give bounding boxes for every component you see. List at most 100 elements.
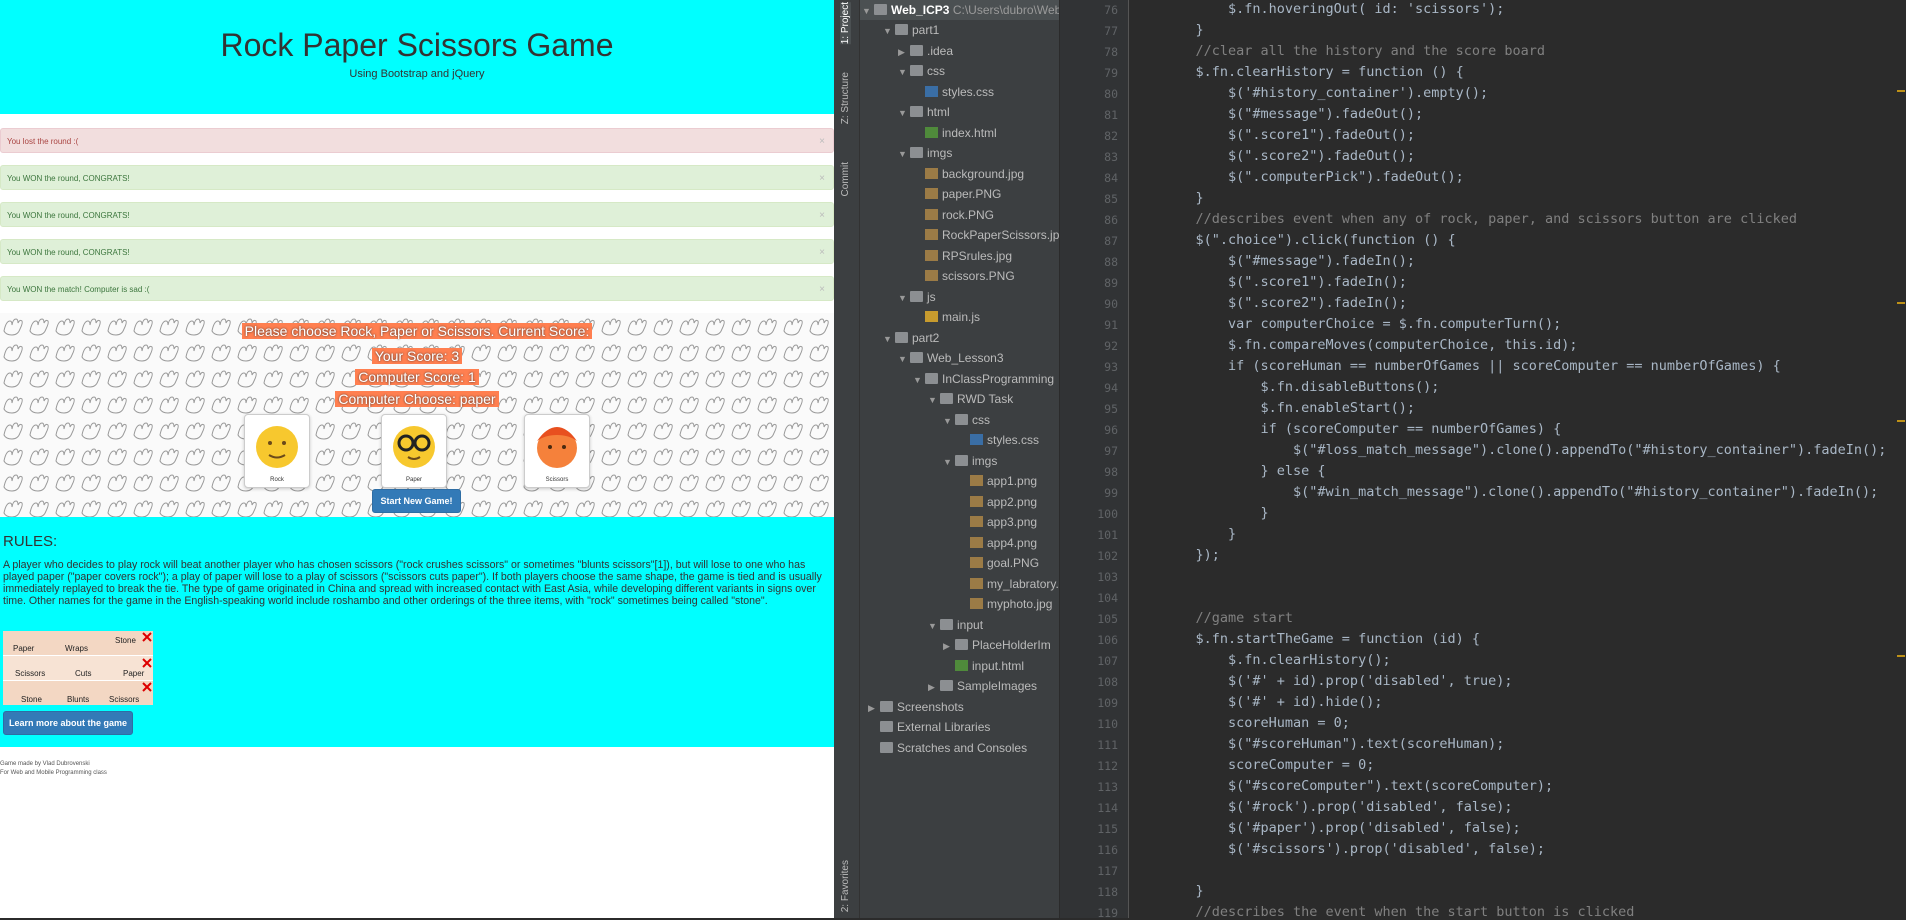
code-line[interactable]: $(".score1").fadeOut(); [1163, 125, 1415, 146]
code-line[interactable]: $('#' + id).hide(); [1163, 692, 1382, 713]
tree-item[interactable]: goal.PNG [958, 553, 1039, 573]
tree-item[interactable]: input.html [943, 656, 1024, 676]
code-line[interactable]: $(".score2").fadeOut(); [1163, 146, 1415, 167]
tree-item[interactable]: background.jpg [913, 164, 1024, 184]
close-icon[interactable]: × [819, 240, 825, 265]
code-line[interactable]: } [1163, 503, 1269, 524]
tree-item[interactable]: index.html [913, 123, 997, 143]
code-line[interactable]: //game start [1163, 608, 1294, 629]
tree-item[interactable]: app4.png [958, 533, 1037, 553]
tree-item[interactable]: ▼ imgs [898, 143, 952, 163]
close-icon[interactable]: × [819, 277, 825, 302]
tree-item[interactable]: rock.PNG [913, 205, 994, 225]
code-line[interactable]: $.fn.enableStart(); [1163, 398, 1415, 419]
tree-item[interactable]: RPSrules.jpg [913, 246, 1012, 266]
code-line[interactable]: scoreHuman = 0; [1163, 713, 1350, 734]
tree-item[interactable]: paper.PNG [913, 184, 1001, 204]
code-line[interactable]: $("#loss_match_message").clone().appendT… [1163, 440, 1886, 461]
chevron-right-icon[interactable]: ▶ [898, 42, 910, 62]
structure-tool-tab[interactable]: Z: Structure [840, 72, 851, 124]
code-line[interactable]: } [1163, 20, 1204, 41]
start-new-game-button[interactable]: Start New Game! [372, 489, 461, 513]
project-tool-tab[interactable]: 1: Project [840, 2, 851, 45]
tree-item[interactable]: ▼ html [898, 102, 950, 122]
code-line[interactable]: } [1163, 188, 1204, 209]
code-line[interactable]: $(".score2").fadeIn(); [1163, 293, 1407, 314]
code-line[interactable]: $('#history_container').empty(); [1163, 83, 1488, 104]
chevron-down-icon[interactable]: ▼ [898, 62, 910, 82]
chevron-down-icon[interactable]: ▼ [928, 616, 940, 636]
tree-item[interactable]: ▶ PlaceHolderIm [943, 635, 1051, 655]
code-line[interactable]: $(".computerPick").fadeOut(); [1163, 167, 1464, 188]
chevron-down-icon[interactable]: ▼ [943, 452, 955, 472]
code-line[interactable]: }); [1163, 545, 1220, 566]
chevron-down-icon[interactable]: ▼ [883, 21, 895, 41]
code-line[interactable]: $("#message").fadeOut(); [1163, 104, 1423, 125]
code-line[interactable]: $.fn.compareMoves(computerChoice, this.i… [1163, 335, 1578, 356]
code-line[interactable]: $('#rock').prop('disabled', false); [1163, 797, 1512, 818]
code-line[interactable]: $('#' + id).prop('disabled', true); [1163, 671, 1512, 692]
tree-item[interactable]: ▼ Web_Lesson3 [898, 348, 1004, 368]
code-line[interactable]: //clear all the history and the score bo… [1163, 41, 1546, 62]
tree-item[interactable]: ▶ SampleImages [928, 676, 1037, 696]
tree-item[interactable]: External Libraries [868, 717, 990, 737]
code-line[interactable]: scoreComputer = 0; [1163, 755, 1374, 776]
chevron-down-icon[interactable]: ▼ [898, 288, 910, 308]
rock-button[interactable]: Rock [244, 414, 310, 488]
chevron-down-icon[interactable]: ▼ [943, 411, 955, 431]
code-line[interactable]: var computerChoice = $.fn.computerTurn()… [1163, 314, 1561, 335]
close-icon[interactable]: × [819, 129, 825, 154]
tree-item[interactable]: scissors.PNG [913, 266, 1015, 286]
tree-item[interactable]: RockPaperScissors.jpg [913, 225, 1059, 245]
tree-item[interactable]: myphoto.jpg [958, 594, 1052, 614]
chevron-right-icon[interactable]: ▶ [928, 677, 940, 697]
code-line[interactable]: $.fn.disableButtons(); [1163, 377, 1440, 398]
code-line[interactable]: if (scoreHuman == numberOfGames || score… [1163, 356, 1781, 377]
code-line[interactable]: $("#message").fadeIn(); [1163, 251, 1415, 272]
close-icon[interactable]: × [819, 166, 825, 191]
scissors-button[interactable]: Scissors [524, 414, 590, 488]
chevron-right-icon[interactable]: ▶ [943, 636, 955, 656]
code-line[interactable]: $.fn.clearHistory(); [1163, 650, 1391, 671]
tree-item[interactable]: ▼ input [928, 615, 983, 635]
tree-item[interactable]: ▶ .idea [898, 41, 953, 61]
code-line[interactable]: $.fn.startTheGame = function (id) { [1163, 629, 1480, 650]
chevron-down-icon[interactable]: ▼ [913, 370, 925, 390]
learn-more-button[interactable]: Learn more about the game [3, 711, 133, 735]
tree-item[interactable]: ▼ part1 [883, 20, 939, 40]
tree-item[interactable]: ▼ css [898, 61, 945, 81]
code-line[interactable]: $("#scoreHuman").text(scoreHuman); [1163, 734, 1504, 755]
paper-button[interactable]: Paper [381, 414, 447, 488]
commit-tool-tab[interactable]: Commit [840, 162, 851, 196]
tree-item[interactable]: my_labratory. [958, 574, 1059, 594]
code-line[interactable]: $('#paper').prop('disabled', false); [1163, 818, 1521, 839]
code-line[interactable]: } else { [1163, 461, 1326, 482]
chevron-down-icon[interactable]: ▼ [898, 144, 910, 164]
code-line[interactable]: $.fn.hoveringOut( id: 'scissors'); [1163, 0, 1504, 20]
tree-item[interactable]: ▼ part2 [883, 328, 939, 348]
tree-item[interactable]: ▼ css [943, 410, 990, 430]
tree-item[interactable]: styles.css [913, 82, 994, 102]
tree-item[interactable]: ▼ js [898, 287, 936, 307]
tree-item[interactable]: ▼ RWD Task [928, 389, 1013, 409]
tree-item[interactable]: app1.png [958, 471, 1037, 491]
code-line[interactable]: $.fn.clearHistory = function () { [1163, 62, 1464, 83]
tree-item[interactable]: app3.png [958, 512, 1037, 532]
tree-item[interactable]: main.js [913, 307, 980, 327]
project-root[interactable]: ▼Web_ICP3 C:\Users\dubro\WebM [860, 0, 1059, 20]
code-editor[interactable]: $.fn.hoveringOut( id: 'scissors'); } //c… [1130, 0, 1906, 918]
close-icon[interactable]: × [819, 203, 825, 228]
chevron-right-icon[interactable]: ▶ [868, 698, 880, 718]
code-line[interactable]: $(".choice").click(function () { [1163, 230, 1456, 251]
code-line[interactable]: //describes the event when the start but… [1163, 902, 1635, 918]
tree-item[interactable]: ▼ imgs [943, 451, 997, 471]
tree-item[interactable]: Scratches and Consoles [868, 738, 1027, 758]
code-line[interactable]: $(".score1").fadeIn(); [1163, 272, 1407, 293]
code-line[interactable]: $('#scissors').prop('disabled', false); [1163, 839, 1545, 860]
code-line[interactable]: } [1163, 881, 1204, 902]
code-line[interactable]: $("#win_match_message").clone().appendTo… [1163, 482, 1878, 503]
tree-item[interactable]: app2.png [958, 492, 1037, 512]
chevron-down-icon[interactable]: ▼ [898, 103, 910, 123]
tree-item[interactable]: ▼ InClassProgramming [913, 369, 1054, 389]
tree-item[interactable]: ▶ Screenshots [868, 697, 964, 717]
